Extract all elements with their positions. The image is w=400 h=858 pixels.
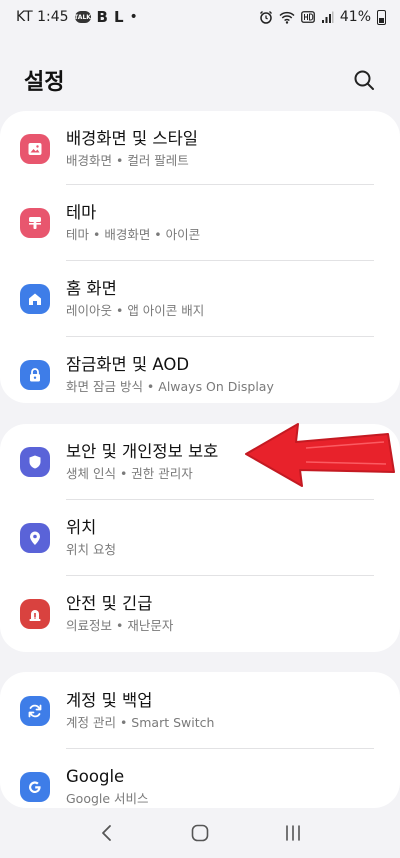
emergency-icon [20, 599, 50, 629]
google-icon [20, 772, 50, 802]
recents-button[interactable] [278, 818, 308, 848]
battery-icon [377, 9, 386, 25]
item-title: Google [66, 767, 125, 786]
item-subtitle: 의료정보 • 재난문자 [66, 618, 174, 633]
item-title: 테마 [66, 203, 97, 222]
settings-card-accounts: 계정 및 백업 계정 관리 • Smart Switch Google Goog… [0, 672, 400, 808]
item-title: 홈 화면 [66, 279, 117, 298]
battery-percent: 41% [339, 9, 371, 25]
item-title: 계정 및 백업 [66, 691, 153, 710]
item-title: 배경화면 및 스타일 [66, 129, 198, 148]
wifi-icon [279, 11, 295, 24]
carrier-time: KT 1:45 [16, 9, 69, 25]
status-bar: KT 1:45 TALK B L • 41% [0, 0, 400, 34]
item-subtitle: 생체 인식 • 권한 관리자 [66, 466, 193, 481]
item-title: 잠금화면 및 AOD [66, 355, 190, 374]
item-subtitle: Google 서비스 [66, 791, 149, 806]
page-title: 설정 [24, 70, 65, 95]
item-subtitle: 테마 • 배경화면 • 아이콘 [66, 227, 201, 242]
item-title: 안전 및 긴급 [66, 594, 153, 613]
alarm-icon [259, 10, 273, 24]
item-subtitle: 레이아웃 • 앱 아이콘 배지 [66, 303, 205, 318]
signal-icon [321, 11, 334, 24]
item-subtitle: 위치 요청 [66, 542, 116, 557]
home-button[interactable] [185, 818, 215, 848]
sync-icon [20, 696, 50, 726]
status-left: KT 1:45 TALK B L • [16, 8, 138, 26]
search-icon [354, 70, 374, 90]
location-pin-icon [20, 523, 50, 553]
item-title: 위치 [66, 518, 97, 537]
item-subtitle: 화면 잠금 방식 • Always On Display [66, 379, 274, 394]
settings-item-location[interactable]: 위치 위치 요청 [0, 500, 400, 576]
kakaotalk-icon: TALK [74, 11, 91, 23]
l-app-icon: L [113, 8, 124, 26]
item-subtitle: 배경화면 • 컬러 팔레트 [66, 153, 189, 168]
back-button[interactable] [92, 818, 122, 848]
b-app-icon: B [96, 8, 108, 26]
more-notifications-dot: • [129, 9, 138, 25]
lock-icon [20, 360, 50, 390]
item-subtitle: 계정 관리 • Smart Switch [66, 715, 215, 730]
settings-item-theme[interactable]: 테마 테마 • 배경화면 • 아이콘 [0, 185, 400, 261]
hd-voice-icon [300, 11, 315, 23]
settings-item-google[interactable]: Google Google 서비스 [0, 749, 400, 808]
back-icon [101, 825, 111, 841]
settings-item-home-screen[interactable]: 홈 화면 레이아웃 • 앱 아이콘 배지 [0, 261, 400, 337]
settings-item-accounts-backup[interactable]: 계정 및 백업 계정 관리 • Smart Switch [0, 673, 400, 749]
settings-item-safety-emergency[interactable]: 안전 및 긴급 의료정보 • 재난문자 [0, 576, 400, 652]
annotation-arrow-icon [245, 423, 395, 487]
home-nav-icon [191, 824, 209, 842]
item-title: 보안 및 개인정보 보호 [66, 442, 219, 461]
settings-card-display: 배경화면 및 스타일 배경화면 • 컬러 팔레트 테마 테마 • 배경화면 • … [0, 111, 400, 403]
recents-icon [286, 825, 301, 841]
home-icon [20, 284, 50, 314]
shield-icon [20, 447, 50, 477]
palette-icon [20, 134, 50, 164]
header: 설정 [0, 62, 400, 98]
settings-item-wallpaper-style[interactable]: 배경화면 및 스타일 배경화면 • 컬러 팔레트 [0, 113, 400, 185]
navigation-bar [0, 808, 400, 858]
search-button[interactable] [350, 66, 378, 94]
brush-icon [20, 208, 50, 238]
settings-item-lock-screen-aod[interactable]: 잠금화면 및 AOD 화면 잠금 방식 • Always On Display [0, 337, 400, 403]
status-right: 41% [259, 9, 386, 25]
